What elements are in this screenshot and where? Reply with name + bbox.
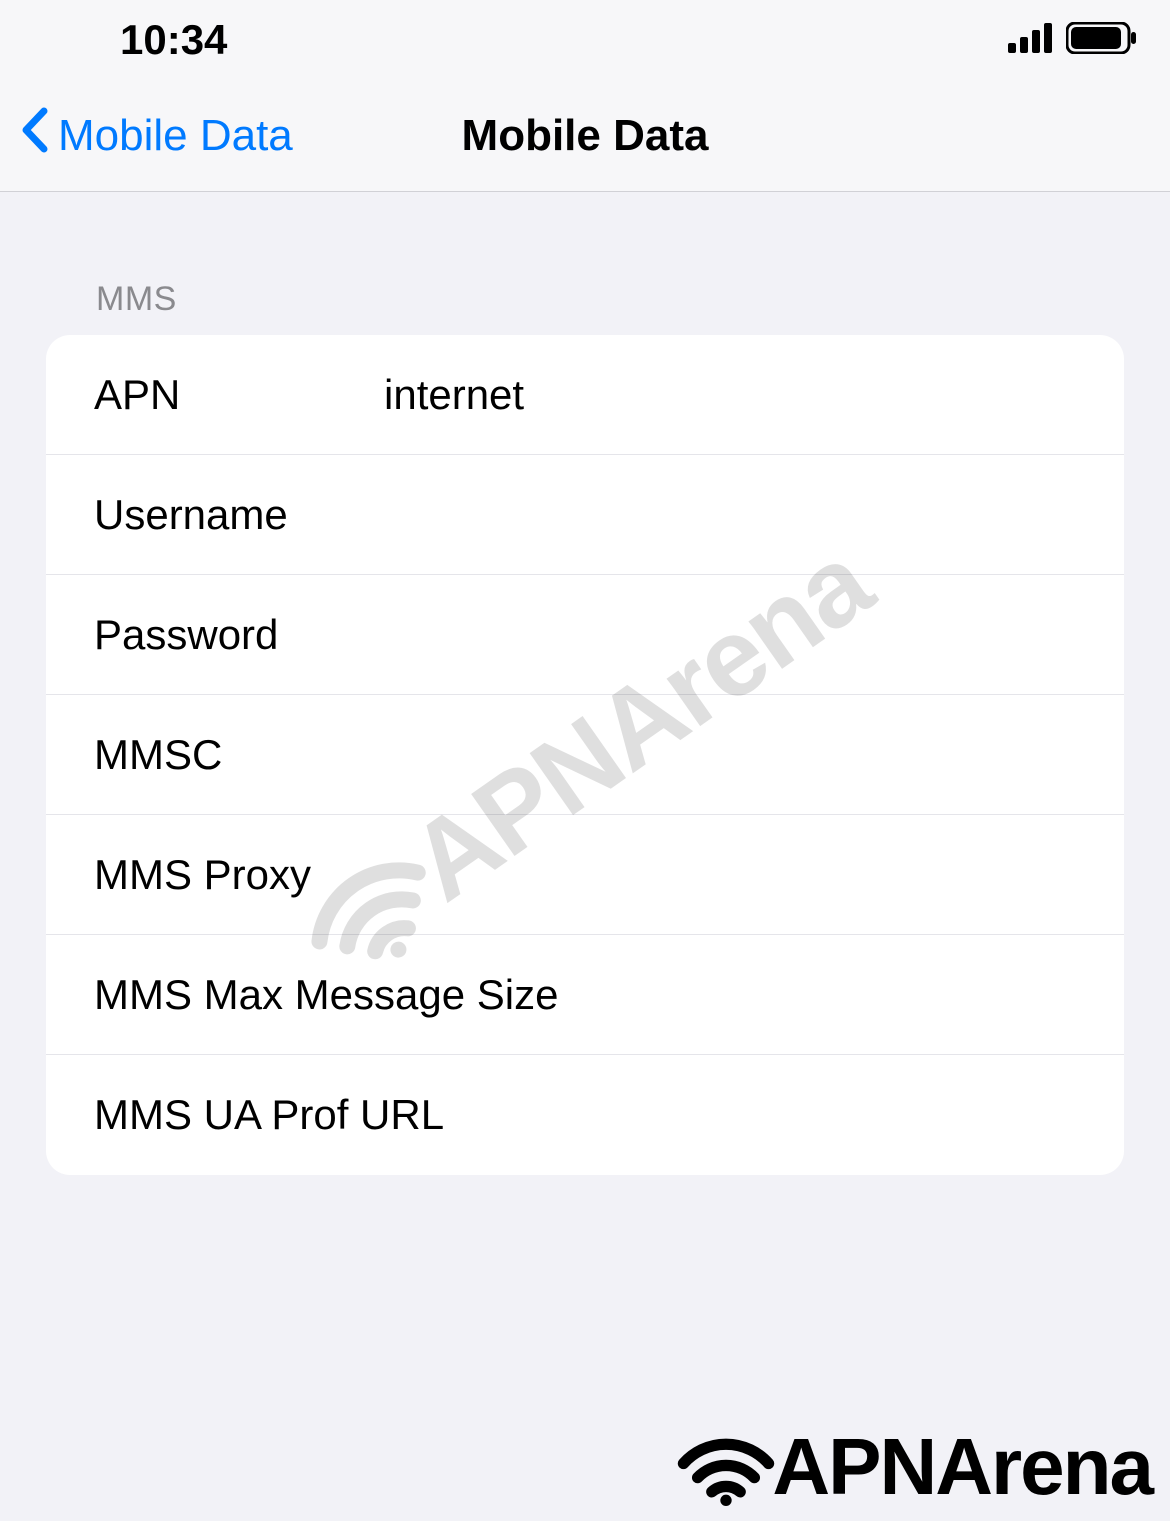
username-input[interactable] <box>384 455 1124 574</box>
username-label: Username <box>94 491 384 539</box>
navigation-bar: Mobile Data Mobile Data <box>0 80 1170 192</box>
mms-max-input[interactable] <box>558 935 1124 1054</box>
status-time: 10:34 <box>120 16 227 64</box>
mms-settings-card: APN Username Password MMSC MMS Proxy MMS… <box>46 335 1124 1175</box>
row-mms-ua[interactable]: MMS UA Prof URL <box>46 1055 1124 1175</box>
password-label: Password <box>94 611 384 659</box>
mms-ua-label: MMS UA Prof URL <box>94 1091 444 1139</box>
row-password[interactable]: Password <box>46 575 1124 695</box>
mmsc-input[interactable] <box>384 695 1124 814</box>
password-input[interactable] <box>384 575 1124 694</box>
mmsc-label: MMSC <box>94 731 384 779</box>
page-title: Mobile Data <box>462 111 709 161</box>
status-indicators <box>1008 22 1138 59</box>
mms-proxy-label: MMS Proxy <box>94 851 384 899</box>
row-mms-max[interactable]: MMS Max Message Size <box>46 935 1124 1055</box>
battery-icon <box>1066 22 1138 59</box>
apn-input[interactable] <box>384 335 1124 454</box>
brand-text: APNArena <box>772 1421 1152 1513</box>
mms-max-label: MMS Max Message Size <box>94 971 558 1019</box>
back-button[interactable]: Mobile Data <box>20 107 293 164</box>
row-mmsc[interactable]: MMSC <box>46 695 1124 815</box>
back-label: Mobile Data <box>58 111 293 161</box>
row-apn[interactable]: APN <box>46 335 1124 455</box>
row-mms-proxy[interactable]: MMS Proxy <box>46 815 1124 935</box>
spacer <box>0 1175 1170 1435</box>
row-username[interactable]: Username <box>46 455 1124 575</box>
status-bar: 10:34 <box>0 0 1170 80</box>
apn-label: APN <box>94 371 384 419</box>
mms-proxy-input[interactable] <box>384 815 1124 934</box>
wifi-icon <box>676 1428 776 1506</box>
chevron-left-icon <box>20 107 50 164</box>
section-header-mms: MMS <box>0 192 1170 335</box>
mms-ua-input[interactable] <box>444 1055 1124 1175</box>
cellular-signal-icon <box>1008 23 1054 58</box>
brand-logo: APNArena <box>658 1413 1170 1521</box>
